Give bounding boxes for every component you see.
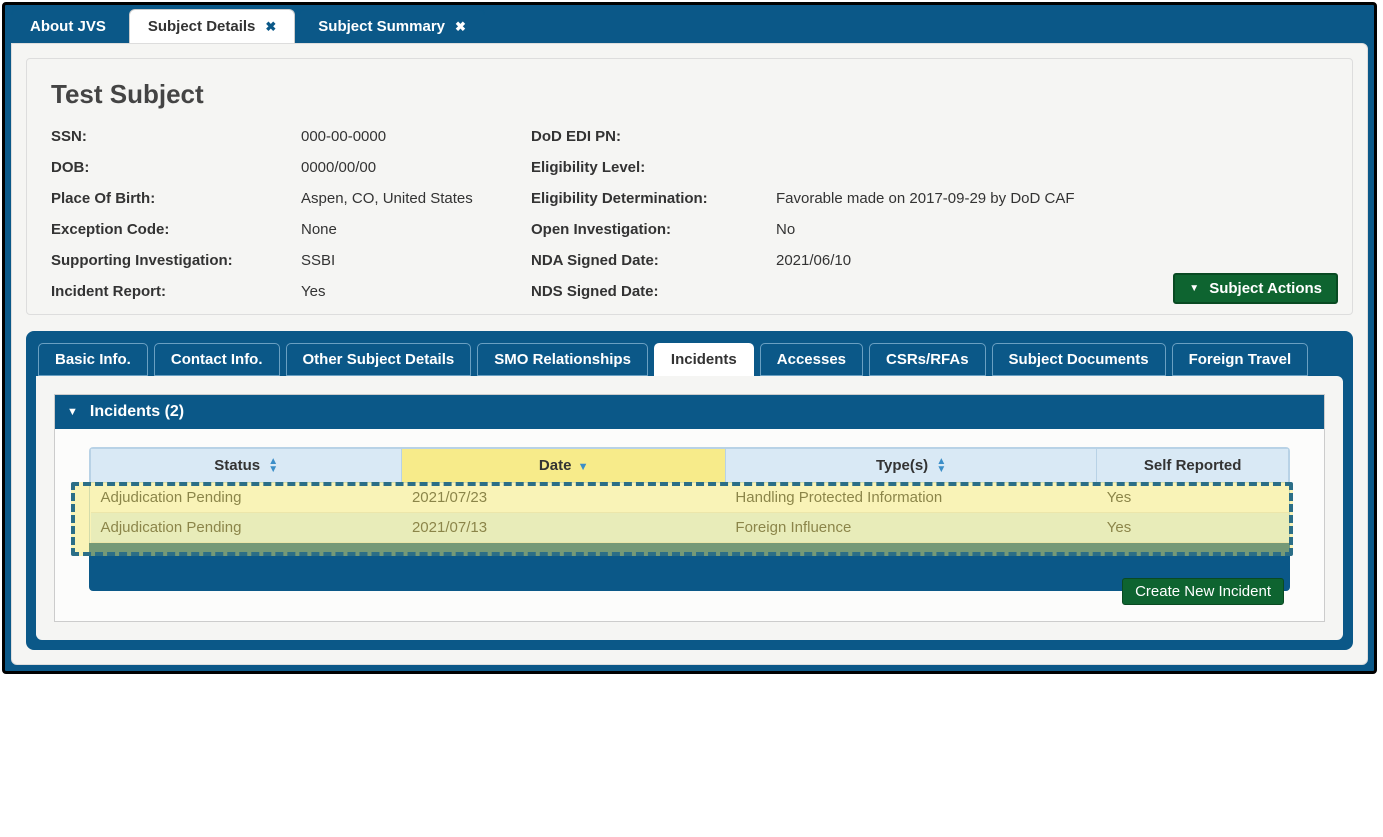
tab-accesses[interactable]: Accesses xyxy=(760,343,863,376)
cell-selfrep: Yes xyxy=(1097,513,1289,543)
cell-status: Adjudication Pending xyxy=(91,483,402,513)
incidents-panel-title: Incidents (2) xyxy=(90,403,184,421)
value-ssn: 000-00-0000 xyxy=(301,128,531,145)
value-elig-level xyxy=(776,159,1328,176)
table-header-row: Status ▲▼ Date ▼ Type(s) xyxy=(91,449,1289,483)
tab-subject-details[interactable]: Subject Details ✖ xyxy=(129,9,295,43)
lower-panel: Basic Info. Contact Info. Other Subject … xyxy=(26,331,1353,650)
label-nda: NDA Signed Date: xyxy=(531,252,776,269)
tab-smo-relationships[interactable]: SMO Relationships xyxy=(477,343,648,376)
tab-basic-info[interactable]: Basic Info. xyxy=(38,343,148,376)
subject-summary-box: Test Subject SSN: 000-00-0000 DoD EDI PN… xyxy=(26,58,1353,315)
label-dob: DOB: xyxy=(51,159,301,176)
button-label: Subject Actions xyxy=(1209,280,1322,297)
label-nds: NDS Signed Date: xyxy=(531,283,776,300)
label-incident-report: Incident Report: xyxy=(51,283,301,300)
value-exception: None xyxy=(301,221,531,238)
label-exception: Exception Code: xyxy=(51,221,301,238)
subject-actions-button[interactable]: ▼ Subject Actions xyxy=(1173,273,1338,304)
tab-subject-documents[interactable]: Subject Documents xyxy=(992,343,1166,376)
label-elig-det: Eligibility Determination: xyxy=(531,190,776,207)
value-elig-det: Favorable made on 2017-09-29 by DoD CAF xyxy=(776,190,1328,207)
col-self-reported[interactable]: Self Reported xyxy=(1097,449,1289,483)
col-date[interactable]: Date ▼ xyxy=(402,449,725,483)
value-nda: 2021/06/10 xyxy=(776,252,1328,269)
top-tabs: About JVS Subject Details ✖ Subject Summ… xyxy=(5,5,1374,43)
incidents-panel: ▼ Incidents (2) xyxy=(54,394,1325,622)
incidents-panel-header[interactable]: ▼ Incidents (2) xyxy=(55,395,1324,429)
cell-date: 2021/07/13 xyxy=(402,513,725,543)
label-supporting-inv: Supporting Investigation: xyxy=(51,252,301,269)
col-label: Date xyxy=(539,457,572,474)
cell-date: 2021/07/23 xyxy=(402,483,725,513)
tab-label: Subject Details xyxy=(148,18,256,35)
col-label: Self Reported xyxy=(1144,457,1242,474)
tab-about-jvs[interactable]: About JVS xyxy=(11,9,125,43)
label-edi: DoD EDI PN: xyxy=(531,128,776,145)
sort-desc-icon: ▼ xyxy=(578,461,589,473)
sort-icon: ▲▼ xyxy=(268,458,278,474)
page-title: Test Subject xyxy=(51,79,1328,110)
value-pob: Aspen, CO, United States xyxy=(301,190,531,207)
incidents-table-wrap: Status ▲▼ Date ▼ Type(s) xyxy=(89,447,1290,543)
close-icon[interactable]: ✖ xyxy=(265,19,276,35)
sort-icon: ▲▼ xyxy=(936,458,946,474)
tab-label: About JVS xyxy=(30,18,106,35)
value-supporting-inv: SSBI xyxy=(301,252,531,269)
caret-down-icon: ▼ xyxy=(1189,283,1199,294)
button-label: Create New Incident xyxy=(1135,583,1271,600)
tab-csrs-rfas[interactable]: CSRs/RFAs xyxy=(869,343,986,376)
tab-foreign-travel[interactable]: Foreign Travel xyxy=(1172,343,1309,376)
label-pob: Place Of Birth: xyxy=(51,190,301,207)
value-incident-report: Yes xyxy=(301,283,531,300)
create-new-incident-button[interactable]: Create New Incident xyxy=(1122,578,1284,605)
sub-tabs: Basic Info. Contact Info. Other Subject … xyxy=(36,341,1343,376)
tab-incidents[interactable]: Incidents xyxy=(654,343,754,376)
col-label: Type(s) xyxy=(876,457,928,474)
close-icon[interactable]: ✖ xyxy=(455,19,466,35)
label-ssn: SSN: xyxy=(51,128,301,145)
col-status[interactable]: Status ▲▼ xyxy=(91,449,402,483)
caret-down-icon: ▼ xyxy=(67,406,78,418)
value-dob: 0000/00/00 xyxy=(301,159,531,176)
tab-contact-info[interactable]: Contact Info. xyxy=(154,343,280,376)
incidents-table: Status ▲▼ Date ▼ Type(s) xyxy=(90,448,1289,543)
cell-selfrep: Yes xyxy=(1097,483,1289,513)
col-label: Status xyxy=(214,457,260,474)
tab-other-details[interactable]: Other Subject Details xyxy=(286,343,472,376)
main-panel: Test Subject SSN: 000-00-0000 DoD EDI PN… xyxy=(11,43,1368,665)
label-open-inv: Open Investigation: xyxy=(531,221,776,238)
sub-tab-content: ▼ Incidents (2) xyxy=(36,376,1343,640)
col-types[interactable]: Type(s) ▲▼ xyxy=(725,449,1096,483)
cell-status: Adjudication Pending xyxy=(91,513,402,543)
subject-info-grid: SSN: 000-00-0000 DoD EDI PN: DOB: 0000/0… xyxy=(51,128,1328,300)
table-row[interactable]: Adjudication Pending 2021/07/23 Handling… xyxy=(91,483,1289,513)
tab-label: Subject Summary xyxy=(318,18,445,35)
table-footer-bar xyxy=(89,543,1290,591)
value-edi xyxy=(776,128,1328,145)
label-elig-level: Eligibility Level: xyxy=(531,159,776,176)
value-open-inv: No xyxy=(776,221,1328,238)
app-window: About JVS Subject Details ✖ Subject Summ… xyxy=(2,2,1377,674)
cell-types: Handling Protected Information xyxy=(725,483,1096,513)
incidents-panel-body: Status ▲▼ Date ▼ Type(s) xyxy=(55,429,1324,621)
cell-types: Foreign Influence xyxy=(725,513,1096,543)
table-row[interactable]: Adjudication Pending 2021/07/13 Foreign … xyxy=(91,513,1289,543)
tab-subject-summary[interactable]: Subject Summary ✖ xyxy=(299,9,485,43)
